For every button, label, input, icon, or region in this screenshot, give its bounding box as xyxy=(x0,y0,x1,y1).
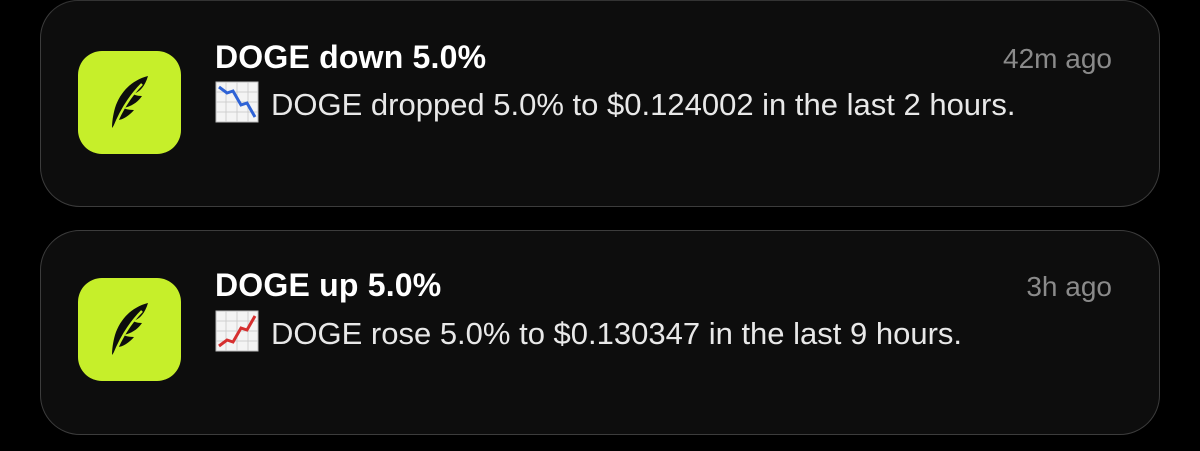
notification-title: DOGE down 5.0% xyxy=(215,39,487,75)
notification-timestamp: 42m ago xyxy=(1003,43,1112,74)
notification-timestamp: 3h ago xyxy=(1026,271,1112,302)
chart-decreasing-icon xyxy=(215,81,259,123)
notification-body-text: DOGE rose 5.0% to $0.130347 in the last … xyxy=(271,316,963,351)
notification-body: DOGE dropped 5.0% to $0.124002 in the la… xyxy=(215,81,1095,128)
robinhood-feather-icon xyxy=(78,51,181,154)
notification-stack: DOGE down 5.0% 42m ago DOGE dropped 5.0%… xyxy=(0,0,1200,451)
notification-title: DOGE up 5.0% xyxy=(215,267,442,303)
chart-increasing-icon xyxy=(215,310,259,352)
notification-body-text: DOGE dropped 5.0% to $0.124002 in the la… xyxy=(271,87,1016,122)
notification-card[interactable]: DOGE down 5.0% 42m ago DOGE dropped 5.0%… xyxy=(40,0,1160,207)
robinhood-feather-icon xyxy=(78,278,181,381)
notification-card[interactable]: DOGE up 5.0% 3h ago DOGE rose 5.0% to $0… xyxy=(40,230,1160,435)
notification-body: DOGE rose 5.0% to $0.130347 in the last … xyxy=(215,310,1095,357)
